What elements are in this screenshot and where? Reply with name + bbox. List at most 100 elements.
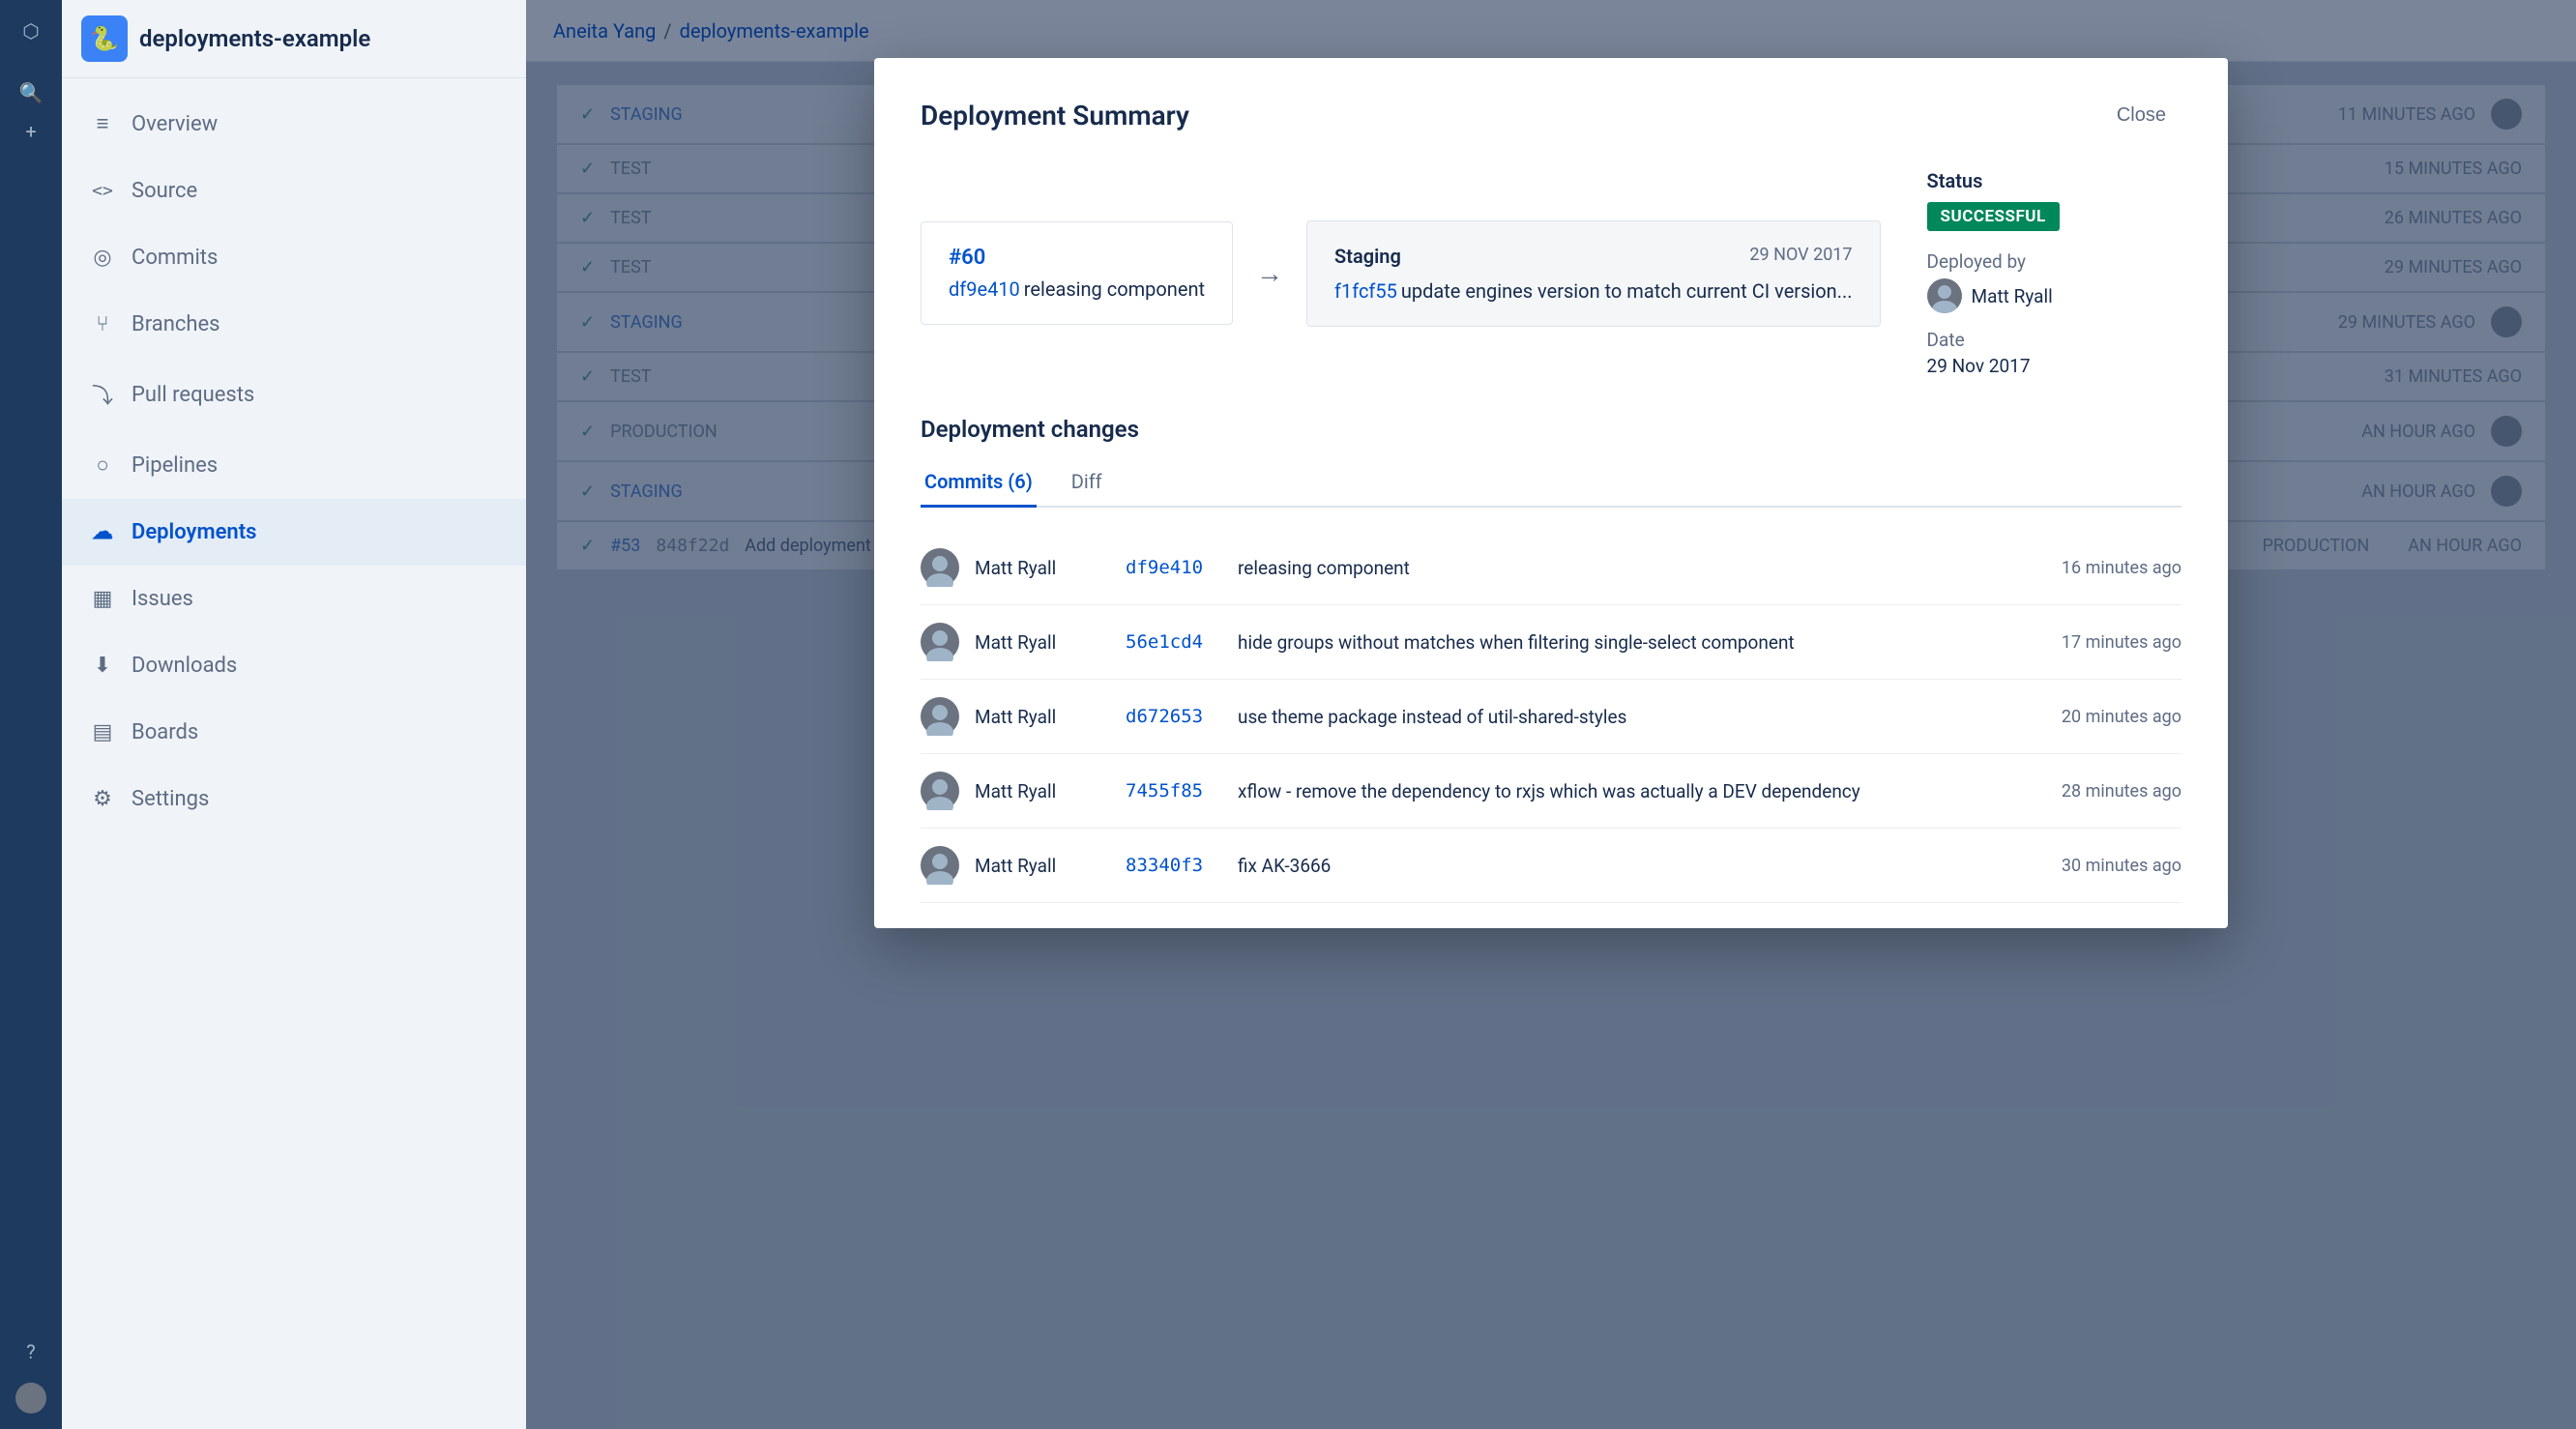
commit-time-2: 20 minutes ago [2007,707,2181,727]
to-card-message: update engines version to match current … [1401,279,1853,303]
changes-title: Deployment changes [921,416,2181,443]
commit-message-3: xflow - remove the dependency to rxjs wh… [1238,780,1992,802]
sidebar-item-commits[interactable]: ◎ Commits [62,224,526,291]
sidebar-nav: ≡ Overview <> Source ◎ Commits ⑂ Branche… [62,78,526,844]
commit-hash-1[interactable]: 56e1cd4 [1126,631,1222,653]
list-item[interactable]: Matt Ryall d672653 use theme package ins… [921,680,2181,754]
sidebar-item-pull-requests[interactable]: ⤵ Pull requests [62,358,526,431]
commit-message-1: hide groups without matches when filteri… [1238,631,1992,654]
sidebar-label-deployments: Deployments [132,520,256,544]
sidebar-label-pipelines: Pipelines [132,453,218,478]
sidebar-item-settings[interactable]: ⚙ Settings [62,766,526,832]
overview-icon: ≡ [89,111,116,136]
from-card-number: #60 [949,246,1205,270]
date-label: Date [1927,329,2060,351]
commit-hash-2[interactable]: d672653 [1126,706,1222,727]
sidebar-header: 🐍 deployments-example [62,0,526,78]
staging-environment-label: Staging [1334,245,1401,268]
tab-diff[interactable]: Diff [1068,458,1106,508]
help-icon[interactable]: ? [12,1332,50,1371]
from-deployment-card: #60 df9e410 releasing component [921,221,1233,325]
deployments-icon: ☁ [89,520,116,544]
commit-time-4: 30 minutes ago [2007,856,2181,876]
user-avatar-icon[interactable] [12,1379,50,1417]
commit-time-3: 28 minutes ago [2007,781,2181,802]
staging-card-header: Staging 29 NOV 2017 [1334,245,1853,279]
to-card-hash[interactable]: f1fcf55 [1334,279,1397,303]
arrow-icon: → [1256,257,1283,289]
staging-card-date: 29 NOV 2017 [1749,245,1852,265]
commit-hash-3[interactable]: 7455f85 [1126,780,1222,802]
commit-author-avatar-2 [921,697,959,736]
deployment-info-row: #60 df9e410 releasing component → Stagin… [921,169,2181,377]
sidebar-item-pipelines[interactable]: ○ Pipelines [62,431,526,499]
modal-title: Deployment Summary [921,100,1189,131]
sidebar-label-settings: Settings [132,787,209,811]
from-card-message: releasing component [1024,277,1205,301]
commit-time-1: 17 minutes ago [2007,632,2181,653]
source-icon: <> [89,181,116,201]
modal-overlay[interactable]: Deployment Summary Close #60 df9e410 rel… [526,0,2576,1429]
commit-hash-4[interactable]: 83340f3 [1126,855,1222,876]
commit-hash-0[interactable]: df9e410 [1126,557,1222,578]
sidebar-item-issues[interactable]: ▦ Issues [62,566,526,632]
list-item[interactable]: Matt Ryall df9e410 releasing component 1… [921,531,2181,605]
sidebar-label-commits: Commits [132,246,218,270]
commit-author-3: Matt Ryall [975,780,1110,802]
commit-message-0: releasing component [1238,557,1992,579]
settings-icon: ⚙ [89,787,116,811]
list-item[interactable]: Matt Ryall 83340f3 fix AK-3666 30 minute… [921,829,2181,903]
commit-author-0: Matt Ryall [975,557,1110,579]
sidebar-label-overview: Overview [132,112,218,136]
search-icon[interactable]: 🔍 [12,73,50,112]
deployment-summary-modal: Deployment Summary Close #60 df9e410 rel… [874,58,2228,928]
changes-tabs: Commits (6) Diff [921,458,2181,508]
commit-author-4: Matt Ryall [975,855,1110,877]
status-badge: SUCCESSFUL [1927,202,2060,231]
modal-header: Deployment Summary Close [921,97,2181,134]
commit-time-0: 16 minutes ago [2007,558,2181,578]
deployed-by-value: Matt Ryall [1927,278,2060,313]
from-card-hash[interactable]: df9e410 [949,277,1020,301]
commit-message-4: fix AK-3666 [1238,855,1992,877]
icon-rail: ⬡ 🔍 + ? [0,0,62,1429]
commit-message-2: use theme package instead of util-shared… [1238,706,1992,728]
date-value: 29 Nov 2017 [1927,355,2060,377]
sidebar-label-issues: Issues [132,587,193,611]
commit-author-2: Matt Ryall [975,706,1110,728]
commits-list: Matt Ryall df9e410 releasing component 1… [921,531,2181,903]
commits-icon: ◎ [89,246,116,270]
tab-commits[interactable]: Commits (6) [921,458,1037,508]
sidebar-label-branches: Branches [132,312,220,336]
sidebar-item-source[interactable]: <> Source [62,158,526,224]
downloads-icon: ⬇ [89,654,116,678]
sidebar: 🐍 deployments-example ≡ Overview <> Sour… [62,0,526,1429]
sidebar-item-deployments[interactable]: ☁ Deployments [62,499,526,566]
deployer-avatar [1927,278,1962,313]
deployer-name: Matt Ryall [1972,285,2053,307]
from-card-details: df9e410 releasing component [949,277,1205,301]
create-icon[interactable]: + [12,112,50,151]
sidebar-item-branches[interactable]: ⑂ Branches [62,291,526,358]
sidebar-item-overview[interactable]: ≡ Overview [62,90,526,158]
repo-logo: 🐍 [81,15,128,62]
list-item[interactable]: Matt Ryall 7455f85 xflow - remove the de… [921,754,2181,829]
modal-close-button[interactable]: Close [2101,97,2181,134]
deployment-changes-section: Deployment changes Commits (6) Diff [921,416,2181,903]
commit-author-avatar-3 [921,772,959,810]
branches-icon: ⑂ [89,312,116,336]
staging-card-details: f1fcf55 update engines version to match … [1334,279,1853,303]
bitbucket-icon[interactable]: ⬡ [12,12,50,50]
issues-icon: ▦ [89,587,116,611]
deployer-avatar-image [1927,278,1962,313]
to-deployment-card: Staging 29 NOV 2017 f1fcf55 update engin… [1306,220,1881,327]
list-item[interactable]: Matt Ryall 56e1cd4 hide groups without m… [921,605,2181,680]
commit-author-avatar-1 [921,623,959,661]
sidebar-label-downloads: Downloads [132,654,237,678]
commit-author-avatar-4 [921,846,959,885]
sidebar-item-downloads[interactable]: ⬇ Downloads [62,632,526,699]
repo-title: deployments-example [139,25,370,52]
pipelines-icon: ○ [89,452,116,478]
sidebar-item-boards[interactable]: ▤ Boards [62,699,526,766]
commit-author-avatar-0 [921,548,959,587]
